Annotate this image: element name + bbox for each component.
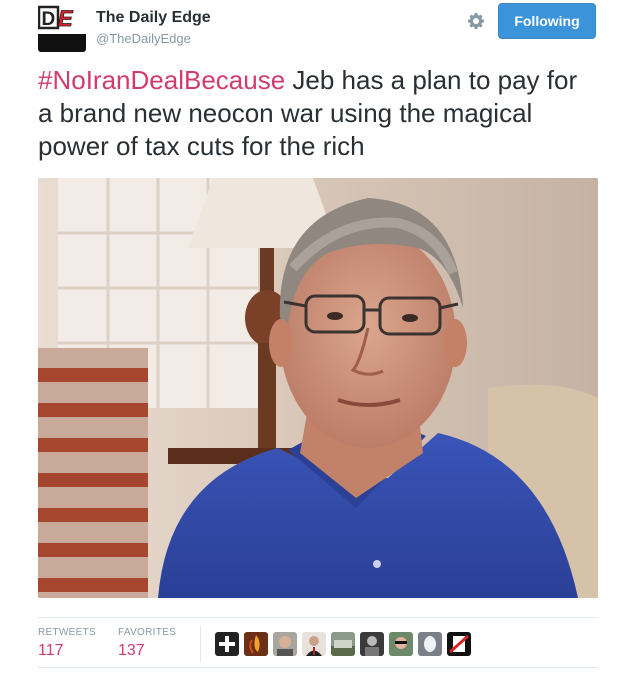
retweets-label: RETWEETS [38, 627, 96, 638]
favorites-label: FAVORITES [118, 627, 177, 638]
retweets-stat[interactable]: RETWEETS 117 [38, 627, 96, 660]
favoriter-avatar[interactable] [418, 632, 442, 656]
hashtag-link[interactable]: #NoIranDealBecause [38, 65, 285, 95]
following-button[interactable]: Following [498, 3, 596, 39]
retweets-count: 117 [38, 642, 64, 659]
favoriter-avatar[interactable] [331, 632, 355, 656]
photo-image [38, 178, 598, 598]
tweet-text: #NoIranDealBecause Jeb has a plan to pay… [38, 64, 598, 163]
gear-icon[interactable] [465, 10, 487, 32]
avatar[interactable]: D E [37, 4, 86, 52]
plus-icon[interactable] [215, 632, 239, 656]
user-handle[interactable]: @TheDailyEdge [96, 31, 191, 46]
favoriter-avatar[interactable] [360, 632, 384, 656]
display-name[interactable]: The Daily Edge [96, 9, 211, 27]
favoriter-avatar[interactable] [273, 632, 297, 656]
avatar-logo-area: D E [37, 4, 86, 32]
tweet-photo[interactable] [38, 178, 598, 598]
divider [38, 667, 598, 668]
favorites-count: 137 [118, 642, 145, 659]
svg-text:D: D [42, 9, 56, 30]
divider [38, 617, 598, 618]
daily-edge-logo-icon: D E [37, 6, 74, 31]
favoriter-avatar[interactable] [302, 632, 326, 656]
avatar-banner [38, 34, 86, 52]
favoriter-avatar[interactable] [244, 632, 268, 656]
favoriter-avatar[interactable] [447, 632, 471, 656]
tweet-card: D E The Daily Edge @TheDailyEdge Followi… [0, 0, 624, 676]
favorites-stat[interactable]: FAVORITES 137 [118, 627, 176, 660]
favoriter-avatar[interactable] [389, 632, 413, 656]
stats-separator [200, 626, 201, 662]
svg-text:E: E [58, 6, 74, 31]
